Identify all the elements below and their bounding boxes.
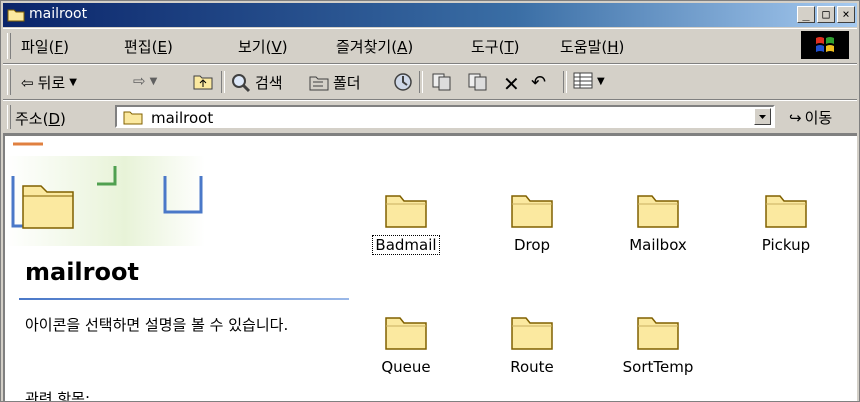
chevron-down-icon: ▼ bbox=[149, 75, 158, 87]
search-icon bbox=[232, 73, 251, 92]
folder-icon bbox=[7, 9, 25, 22]
folder-item-queue[interactable]: Queue bbox=[351, 312, 461, 376]
maximize-button[interactable]: □ bbox=[817, 6, 835, 23]
folder-icon bbox=[637, 195, 679, 228]
up-folder-button[interactable] bbox=[193, 72, 213, 90]
go-button[interactable]: ↪ 이동 bbox=[789, 107, 832, 128]
menu-bar: 파일(F) 편집(E) 보기(V) 즐겨찾기(A) 도구(T) 도움말(H) bbox=[3, 28, 857, 64]
address-dropdown-button[interactable] bbox=[754, 108, 771, 125]
chevron-down-icon bbox=[759, 115, 766, 119]
chevron-down-icon: ▼ bbox=[69, 77, 77, 88]
menu-help[interactable]: 도움말(H) bbox=[560, 36, 624, 57]
panel-title: mailroot bbox=[25, 258, 139, 286]
history-button[interactable] bbox=[393, 72, 413, 92]
address-bar: 주소(D) mailroot ↪ 이동 bbox=[3, 100, 857, 134]
forward-arrow-icon: ⇨ bbox=[133, 72, 146, 90]
move-to-button[interactable] bbox=[431, 72, 453, 92]
address-field[interactable]: mailroot bbox=[115, 105, 775, 128]
undo-icon: ↶ bbox=[531, 72, 547, 93]
up-folder-icon bbox=[193, 75, 213, 90]
folder-icon bbox=[765, 195, 807, 228]
views-button[interactable]: ▼ bbox=[573, 72, 605, 90]
menu-favorites[interactable]: 즐겨찾기(A) bbox=[336, 36, 413, 57]
title-bar[interactable]: mailroot _ □ × bbox=[3, 3, 857, 27]
folders-button[interactable]: 폴더 bbox=[309, 72, 361, 93]
move-to-icon bbox=[432, 73, 451, 91]
window-title: mailroot bbox=[29, 6, 88, 22]
copy-to-icon bbox=[468, 73, 487, 91]
folder-label: Mailbox bbox=[629, 236, 687, 254]
folder-label: Drop bbox=[513, 236, 551, 254]
minimize-button[interactable]: _ bbox=[797, 6, 815, 23]
delete-x-icon: ✕ bbox=[503, 72, 520, 96]
windows-logo-icon bbox=[801, 31, 849, 59]
standard-toolbar: ⇦ 뒤로 ▼ ⇨ ▼ 검색 폴더 ✕ ↶ ▼ bbox=[3, 64, 857, 100]
address-label: 주소(D) bbox=[15, 110, 66, 128]
related-items-label: 관련 항목: bbox=[25, 390, 91, 402]
views-grid-icon bbox=[573, 72, 593, 89]
folder-label: Route bbox=[510, 358, 554, 376]
back-arrow-icon: ⇦ bbox=[21, 73, 34, 92]
toolbar-separator bbox=[221, 71, 225, 93]
toolbar-separator bbox=[419, 71, 423, 93]
folder-tree-icon bbox=[309, 76, 329, 90]
chevron-down-icon: ▼ bbox=[597, 75, 605, 87]
menu-bar-grip[interactable] bbox=[7, 33, 11, 59]
close-button[interactable]: × bbox=[837, 6, 855, 23]
panel-description: 아이콘을 선택하면 설명을 볼 수 있습니다. bbox=[25, 316, 289, 334]
menu-view[interactable]: 보기(V) bbox=[238, 36, 288, 57]
web-view-panel: mailroot 아이콘을 선택하면 설명을 볼 수 있습니다. 관련 항목: bbox=[5, 136, 350, 402]
toolbar-separator bbox=[563, 71, 567, 93]
folder-icon bbox=[385, 195, 427, 228]
folder-item-sorttemp[interactable]: SortTemp bbox=[603, 312, 713, 376]
explorer-window: mailroot _ □ × 파일(F) 편집(E) 보기(V) 즐겨찾기(A)… bbox=[0, 0, 860, 402]
copy-to-button[interactable] bbox=[467, 72, 489, 92]
address-value: mailroot bbox=[151, 109, 214, 127]
back-button[interactable]: ⇦ 뒤로 ▼ bbox=[21, 72, 77, 93]
folder-icon bbox=[123, 111, 143, 125]
history-icon bbox=[394, 73, 412, 91]
delete-button[interactable]: ✕ bbox=[503, 72, 520, 96]
folder-label: Badmail bbox=[372, 235, 440, 255]
go-arrow-icon: ↪ bbox=[789, 108, 802, 127]
folder-label: Queue bbox=[381, 358, 431, 376]
menu-file[interactable]: 파일(F) bbox=[21, 36, 69, 57]
address-bar-grip[interactable] bbox=[7, 105, 11, 129]
menu-tools[interactable]: 도구(T) bbox=[471, 36, 520, 57]
folder-icon bbox=[511, 195, 553, 228]
folder-icon bbox=[637, 317, 679, 350]
panel-divider bbox=[19, 298, 349, 300]
folder-item-route[interactable]: Route bbox=[477, 312, 587, 376]
search-button[interactable]: 검색 bbox=[231, 72, 283, 93]
folder-item-mailbox[interactable]: Mailbox bbox=[603, 190, 713, 254]
folder-icon bbox=[511, 317, 553, 350]
forward-button[interactable]: ⇨ ▼ bbox=[133, 72, 157, 90]
folder-item-drop[interactable]: Drop bbox=[477, 190, 587, 254]
menu-edit[interactable]: 편집(E) bbox=[124, 36, 173, 57]
folder-item-badmail[interactable]: Badmail bbox=[351, 190, 461, 255]
folder-label: Pickup bbox=[761, 236, 811, 254]
folder-item-pickup[interactable]: Pickup bbox=[731, 190, 841, 254]
folder-label: SortTemp bbox=[622, 358, 694, 376]
content-area: mailroot 아이콘을 선택하면 설명을 볼 수 있습니다. 관련 항목: … bbox=[3, 134, 857, 401]
undo-button[interactable]: ↶ bbox=[531, 72, 546, 93]
folder-icon bbox=[385, 317, 427, 350]
folder-banner-icon bbox=[5, 142, 205, 246]
toolbar-grip[interactable] bbox=[7, 69, 11, 95]
